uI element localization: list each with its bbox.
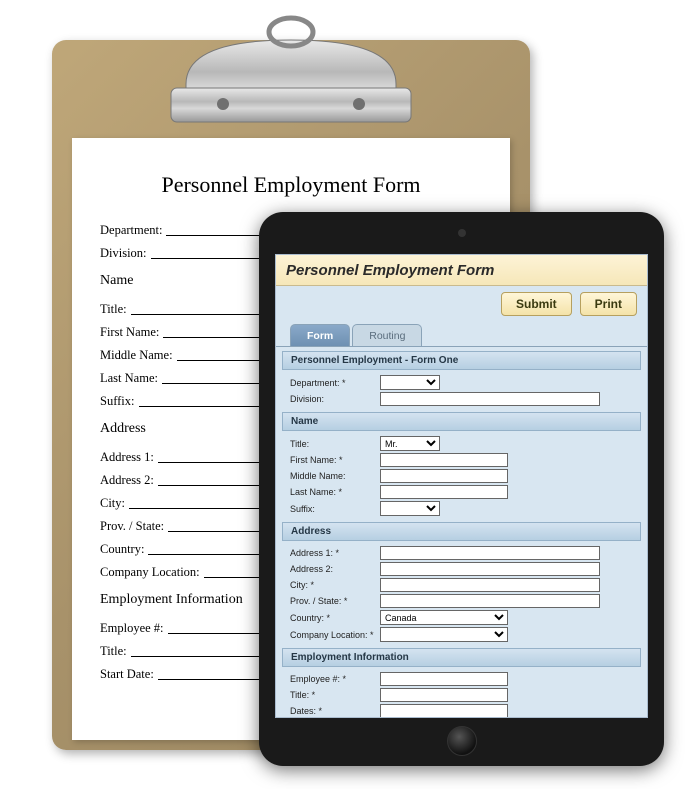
- form-section-header: Personnel Employment - Form One: [282, 351, 641, 370]
- field-label: Department: *: [290, 378, 376, 388]
- field-label: Address 2:: [290, 564, 376, 574]
- field-select[interactable]: Canada: [380, 610, 508, 625]
- field-input[interactable]: [380, 546, 600, 560]
- paper-field-label: Title:: [100, 644, 131, 659]
- form-body: Personnel Employment - Form One Departmen…: [276, 347, 647, 718]
- field-input[interactable]: [380, 562, 600, 576]
- form-header-bar: Personnel Employment Form: [276, 255, 647, 286]
- form-field-row: Department: *: [282, 374, 641, 391]
- form-field-row: Address 2:: [282, 561, 641, 577]
- form-section-header: Address: [282, 522, 641, 541]
- form-field-row: First Name: *: [282, 452, 641, 468]
- form-section-header: Employment Information: [282, 648, 641, 667]
- paper-field-label: Address 2:: [100, 473, 158, 488]
- field-label: City: *: [290, 580, 376, 590]
- field-select[interactable]: Mr.: [380, 436, 440, 451]
- paper-field-label: Address 1:: [100, 450, 158, 465]
- paper-title: Personnel Employment Form: [100, 172, 482, 198]
- field-input[interactable]: [380, 392, 600, 406]
- field-input[interactable]: [380, 578, 600, 592]
- field-input[interactable]: [380, 453, 508, 467]
- print-button[interactable]: Print: [580, 292, 637, 316]
- form-field-row: Title: *: [282, 687, 641, 703]
- field-label: Last Name: *: [290, 487, 376, 497]
- field-label: Company Location: *: [290, 630, 376, 640]
- paper-field-label: Prov. / State:: [100, 519, 168, 534]
- field-input[interactable]: [380, 594, 600, 608]
- field-label: First Name: *: [290, 455, 376, 465]
- paper-field-label: City:: [100, 496, 129, 511]
- paper-field-label: Last Name:: [100, 371, 162, 386]
- form-field-row: Division:: [282, 391, 641, 407]
- button-row: Submit Print: [276, 286, 647, 324]
- form-field-row: Company Location: *: [282, 626, 641, 643]
- form-field-row: Prov. / State: *: [282, 593, 641, 609]
- paper-field-label: Employee #:: [100, 621, 168, 636]
- paper-field-label: Suffix:: [100, 394, 139, 409]
- form-field-row: Employee #: *: [282, 671, 641, 687]
- field-label: Dates: *: [290, 706, 376, 716]
- paper-field-label: Country:: [100, 542, 148, 557]
- paper-field-label: Middle Name:: [100, 348, 177, 363]
- paper-field-label: Title:: [100, 302, 131, 317]
- field-input[interactable]: [380, 469, 508, 483]
- field-input[interactable]: [380, 704, 508, 718]
- tab-routing[interactable]: Routing: [352, 324, 422, 346]
- submit-button[interactable]: Submit: [501, 292, 572, 316]
- paper-field-label: First Name:: [100, 325, 163, 340]
- form-title: Personnel Employment Form: [286, 262, 637, 279]
- field-input[interactable]: [380, 688, 508, 702]
- form-field-row: City: *: [282, 577, 641, 593]
- tablet-camera: [458, 229, 466, 237]
- field-input[interactable]: [380, 485, 508, 499]
- field-label: Prov. / State: *: [290, 596, 376, 606]
- tablet-device: Personnel Employment Form Submit Print F…: [259, 212, 664, 766]
- field-select[interactable]: [380, 627, 508, 642]
- field-label: Title:: [290, 439, 376, 449]
- paper-field-label: Company Location:: [100, 565, 204, 580]
- field-select[interactable]: [380, 501, 440, 516]
- paper-field-label: Department:: [100, 223, 166, 238]
- clipboard-clip: [151, 12, 431, 132]
- field-input[interactable]: [380, 672, 508, 686]
- paper-field-label: Division:: [100, 246, 151, 261]
- field-label: Title: *: [290, 690, 376, 700]
- form-section-header: Name: [282, 412, 641, 431]
- paper-field-label: Start Date:: [100, 667, 158, 682]
- form-field-row: Last Name: *: [282, 484, 641, 500]
- field-select[interactable]: [380, 375, 440, 390]
- field-label: Suffix:: [290, 504, 376, 514]
- field-label: Country: *: [290, 613, 376, 623]
- tab-form[interactable]: Form: [290, 324, 350, 346]
- form-field-row: Title: Mr.: [282, 435, 641, 452]
- field-label: Employee #: *: [290, 674, 376, 684]
- tablet-screen: Personnel Employment Form Submit Print F…: [275, 254, 648, 718]
- form-field-row: Country: * Canada: [282, 609, 641, 626]
- field-label: Middle Name:: [290, 471, 376, 481]
- field-label: Division:: [290, 394, 376, 404]
- form-field-row: Middle Name:: [282, 468, 641, 484]
- home-button[interactable]: [447, 726, 477, 756]
- field-label: Address 1: *: [290, 548, 376, 558]
- form-field-row: Dates: *: [282, 703, 641, 718]
- form-field-row: Suffix:: [282, 500, 641, 517]
- form-field-row: Address 1: *: [282, 545, 641, 561]
- tab-strip: Form Routing: [276, 324, 647, 347]
